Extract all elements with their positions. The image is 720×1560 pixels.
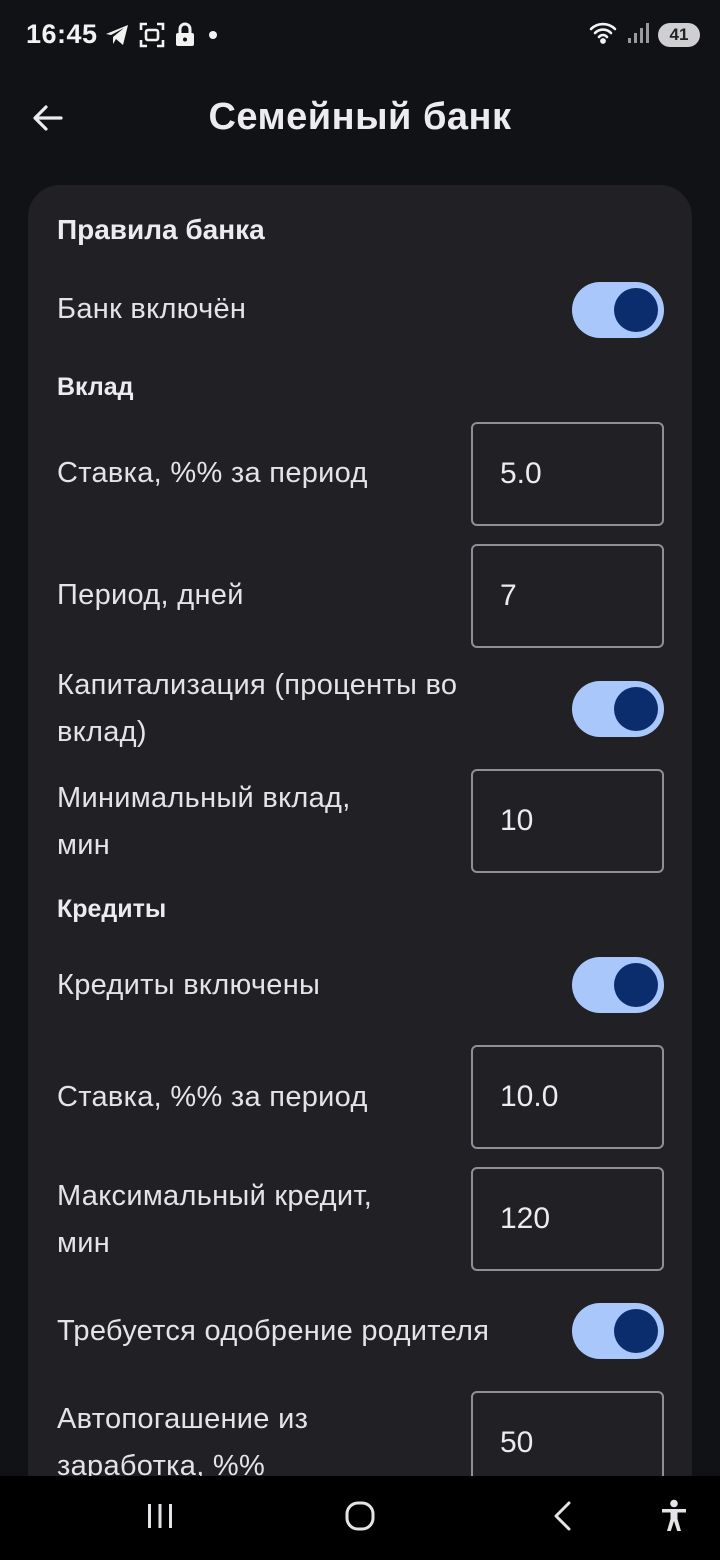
- face-scan-icon: [139, 22, 165, 48]
- battery-icon: 41: [658, 23, 700, 47]
- bank-enabled-label: Банк включён: [57, 293, 247, 325]
- capitalization-toggle[interactable]: [572, 681, 664, 737]
- page-title: Семейный банк: [208, 96, 512, 138]
- deposit-rate-label: Ставка, %% за период: [57, 457, 368, 489]
- credits-enabled-toggle[interactable]: [572, 957, 664, 1013]
- status-left-icons: [104, 20, 217, 50]
- notification-dot-icon: [209, 31, 217, 39]
- toggle-knob: [614, 288, 658, 332]
- status-time: 16:45: [26, 19, 98, 49]
- max-credit-label-line1: Максимальный кредит,: [57, 1180, 373, 1212]
- credits-heading: Кредиты: [57, 895, 167, 923]
- min-deposit-label-line1: Минимальный вклад,: [57, 782, 351, 814]
- deposit-period-label: Период, дней: [57, 579, 244, 611]
- min-deposit-label: Минимальный вклад, мин: [57, 775, 351, 869]
- max-credit-field[interactable]: [471, 1167, 664, 1271]
- toggle-knob: [614, 1309, 658, 1353]
- max-credit-label: Максимальный кредит, мин: [57, 1173, 372, 1267]
- deposit-heading: Вклад: [57, 373, 134, 401]
- system-nav-bar: [0, 1476, 720, 1560]
- accessibility-icon: [660, 1499, 688, 1538]
- status-right-icons: 41: [588, 21, 700, 49]
- wifi-icon: [588, 21, 618, 50]
- parent-approval-label: Требуется одобрение родителя: [57, 1315, 490, 1347]
- credit-rate-label: Ставка, %% за период: [57, 1081, 368, 1113]
- min-deposit-input[interactable]: [473, 771, 662, 871]
- toggle-knob: [614, 687, 658, 731]
- capitalization-label: Капитализация (проценты во вклад): [57, 662, 457, 756]
- deposit-period-field[interactable]: [471, 544, 664, 648]
- telegram-icon: [104, 23, 130, 47]
- system-back-button[interactable]: [540, 1496, 584, 1540]
- bank-enabled-toggle[interactable]: [572, 282, 664, 338]
- deposit-rate-field[interactable]: [471, 422, 664, 526]
- screen: 16:45 41 Семейный банк Правила банка Бан…: [0, 0, 720, 1560]
- max-credit-input[interactable]: [473, 1169, 662, 1269]
- back-icon: [551, 1500, 573, 1537]
- status-bar: 16:45 41: [0, 0, 720, 70]
- deposit-period-input[interactable]: [473, 546, 662, 646]
- min-deposit-field[interactable]: [471, 769, 664, 873]
- lock-icon: [174, 22, 196, 48]
- credits-enabled-label: Кредиты включены: [57, 969, 321, 1001]
- min-deposit-label-line2: мин: [57, 829, 111, 861]
- credit-rate-field[interactable]: [471, 1045, 664, 1149]
- app-bar: Семейный банк: [0, 70, 720, 170]
- parent-approval-toggle[interactable]: [572, 1303, 664, 1359]
- recent-apps-button[interactable]: [138, 1496, 182, 1540]
- auto-repay-label-line1: Автопогашение из: [57, 1403, 309, 1435]
- home-button[interactable]: [336, 1496, 384, 1540]
- toggle-knob: [614, 963, 658, 1007]
- capitalization-label-line1: Капитализация (проценты во: [57, 669, 458, 701]
- accessibility-button[interactable]: [652, 1496, 696, 1540]
- recent-apps-icon: [145, 1502, 175, 1535]
- credit-rate-input[interactable]: [473, 1047, 662, 1147]
- max-credit-label-line2: мин: [57, 1227, 111, 1259]
- signal-icon: [626, 21, 650, 50]
- capitalization-label-line2: вклад): [57, 716, 147, 748]
- deposit-rate-input[interactable]: [473, 424, 662, 524]
- home-icon: [344, 1500, 376, 1537]
- bank-rules-title: Правила банка: [57, 214, 265, 245]
